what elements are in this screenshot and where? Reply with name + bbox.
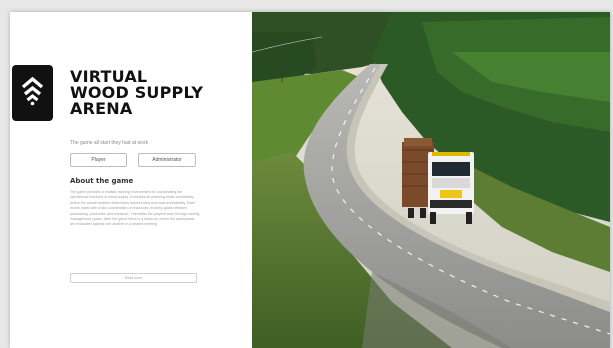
app-window: VIRTUAL WOOD SUPPLY ARENA The game all s…	[10, 12, 610, 348]
about-description: The game provides a realistic training e…	[70, 190, 200, 227]
about-heading: About the game	[70, 177, 134, 185]
tagline: The game all start they had at work	[70, 140, 149, 146]
logo	[12, 65, 53, 121]
administrator-button[interactable]: Administrator	[138, 153, 196, 167]
stacked-chevrons-up-icon	[21, 76, 44, 106]
left-panel: VIRTUAL WOOD SUPPLY ARENA The game all s…	[10, 12, 252, 348]
read-more-button[interactable]: Read more	[70, 273, 197, 283]
hero-image	[252, 12, 610, 348]
timber-truck-road-photo	[252, 12, 610, 348]
player-button[interactable]: Player	[70, 153, 127, 167]
app-title-line-3: ARENA	[70, 99, 133, 118]
app-title: VIRTUAL WOOD SUPPLY ARENA	[70, 69, 203, 117]
